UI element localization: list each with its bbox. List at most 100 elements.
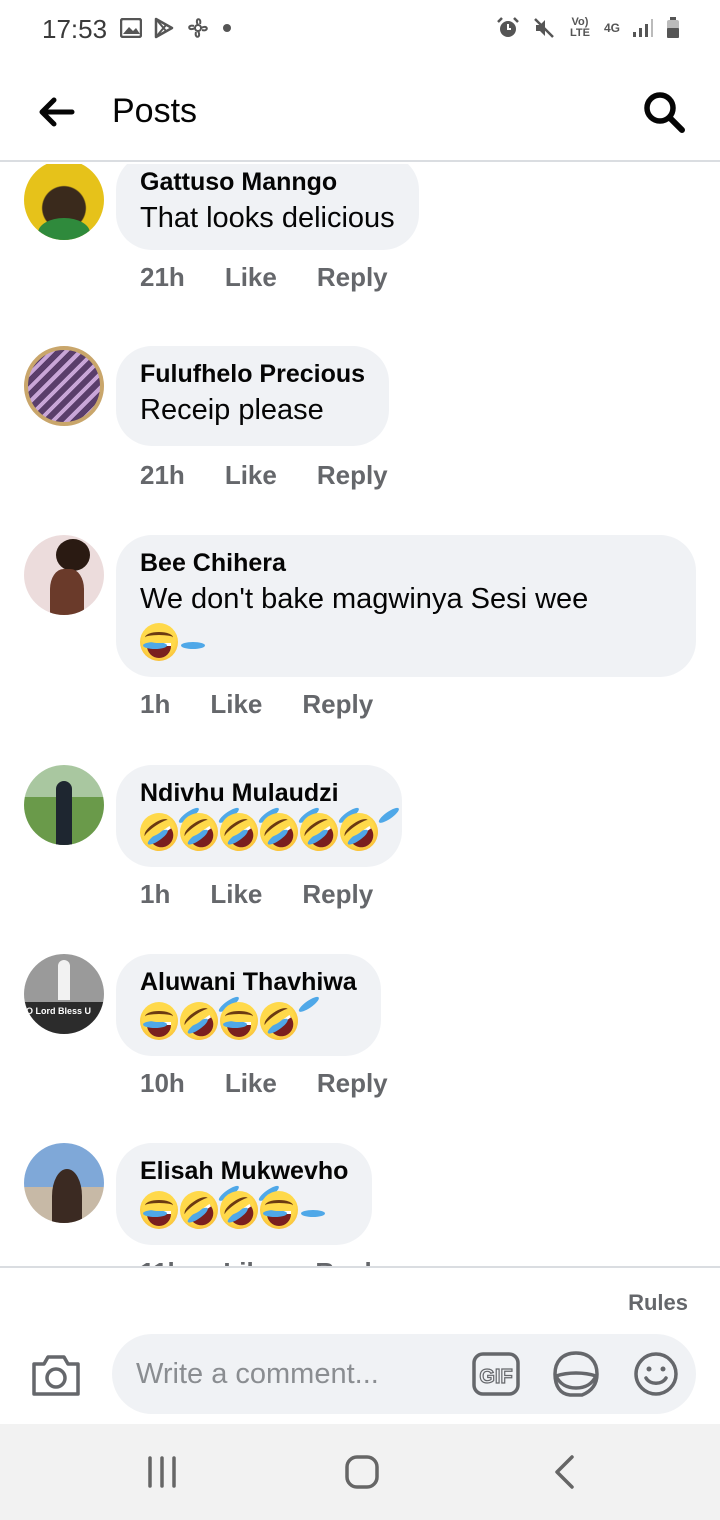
rofl-emoji-icon — [292, 805, 346, 859]
avatar[interactable] — [24, 346, 104, 426]
rofl-emoji-icon — [172, 1183, 226, 1237]
rofl-emoji-icon — [252, 994, 306, 1048]
comment-actions: 10h Like Reply — [140, 1068, 388, 1099]
comment-author[interactable]: Elisah Mukwevho — [140, 1155, 348, 1187]
avatar-person — [56, 781, 72, 845]
sticker-icon[interactable] — [552, 1350, 600, 1398]
comment-author[interactable]: Fulufhelo Precious — [140, 358, 365, 390]
status-right-icons: Vo) LTE 4G — [496, 16, 680, 40]
comment-author[interactable]: Bee Chihera — [140, 547, 672, 579]
battery-icon — [667, 17, 679, 38]
signal-icon — [633, 19, 653, 37]
comment-actions: 1h Like Reply — [140, 879, 373, 910]
comment-time: 10h — [140, 1068, 185, 1098]
emoji-row — [140, 1183, 348, 1237]
comments-list: Gattuso Manngo That looks delicious 21h … — [0, 164, 720, 1266]
rofl-emoji-icon — [172, 805, 226, 859]
comment-bubble[interactable]: Ndivhu Mulaudzi — [116, 765, 402, 867]
camera-icon[interactable] — [30, 1352, 82, 1398]
rofl-emoji-icon — [252, 805, 306, 859]
comment-bubble[interactable]: Aluwani Thavhiwa — [116, 954, 381, 1056]
rofl-emoji-icon — [212, 1183, 266, 1237]
emoji-row — [140, 623, 672, 661]
comment-bubble[interactable]: Fulufhelo Precious Receip please — [116, 346, 390, 446]
gallery-icon — [120, 18, 142, 38]
search-icon[interactable] — [642, 90, 686, 134]
laughing-emoji-icon — [140, 1191, 178, 1229]
rofl-emoji-icon — [132, 805, 186, 859]
alarm-icon — [497, 17, 519, 37]
status-bar: 17:53 Vo) LTE 4G — [0, 0, 720, 62]
laughing-emoji-icon — [140, 623, 178, 661]
rules-link[interactable]: Rules — [628, 1290, 688, 1316]
rofl-emoji-icon — [212, 805, 266, 859]
volte-icon: Vo) LTE — [570, 16, 590, 39]
like-button[interactable]: Like — [225, 262, 277, 293]
avatar-body — [50, 569, 84, 615]
comment-time: 1h — [140, 689, 171, 719]
dot-icon — [223, 24, 231, 32]
play-store-icon — [154, 17, 174, 39]
recent-apps-icon[interactable] — [144, 1456, 180, 1488]
rofl-emoji-icon — [172, 994, 226, 1048]
app-header: Posts — [0, 62, 720, 162]
like-button[interactable]: Like — [210, 879, 262, 910]
reply-button[interactable]: Reply — [317, 1068, 388, 1099]
avatar[interactable] — [24, 765, 104, 845]
avatar-person — [58, 960, 70, 1000]
comment-input[interactable] — [112, 1334, 696, 1414]
avatar[interactable] — [24, 164, 104, 240]
arrow-left-icon[interactable] — [36, 92, 76, 132]
system-nav-bar — [0, 1424, 720, 1520]
pinwheel-icon — [188, 18, 208, 38]
comment-actions: 1h Like Reply — [140, 689, 373, 720]
laughing-emoji-icon — [260, 1191, 298, 1229]
like-button[interactable]: Like — [225, 460, 277, 491]
like-button[interactable]: Like — [223, 1257, 275, 1266]
avatar[interactable] — [24, 1143, 104, 1223]
comment-author[interactable]: Aluwani Thavhiwa — [140, 966, 357, 998]
comment-text: That looks delicious — [140, 202, 395, 234]
avatar-caption: O Lord Bless U — [26, 1006, 92, 1016]
comment-bubble[interactable]: Bee Chihera We don't bake magwinya Sesi … — [116, 535, 696, 677]
avatar-hair — [56, 539, 90, 571]
comment-time: 11h — [140, 1257, 183, 1266]
status-left-icons — [120, 16, 232, 40]
mute-icon — [534, 18, 554, 38]
like-button[interactable]: Like — [210, 689, 262, 720]
page-title: Posts — [112, 92, 198, 130]
comment-time: 21h — [140, 460, 185, 490]
4g-icon: 4G — [603, 21, 620, 35]
smiley-icon[interactable] — [632, 1350, 680, 1398]
avatar[interactable] — [24, 535, 104, 615]
comment-actions: 21h Like Reply — [140, 460, 388, 491]
reply-button[interactable]: Reply — [317, 262, 388, 293]
comment-time: 1h — [140, 879, 171, 909]
reply-button[interactable]: Reply — [302, 689, 373, 720]
avatar-shirt — [38, 218, 90, 240]
like-button[interactable]: Like — [225, 1068, 277, 1099]
avatar[interactable]: O Lord Bless U — [24, 954, 104, 1034]
comment-actions: 21h Like Reply — [140, 262, 388, 293]
reply-button[interactable]: Reply — [317, 460, 388, 491]
home-icon[interactable] — [344, 1454, 380, 1490]
back-chevron-icon[interactable] — [552, 1454, 576, 1490]
comment-time: 21h — [140, 262, 185, 292]
laughing-emoji-icon — [220, 1002, 258, 1040]
comment-author[interactable]: Ndivhu Mulaudzi — [140, 777, 378, 809]
comment-bubble[interactable]: Elisah Mukwevho — [116, 1143, 373, 1245]
comment-text: Receip please — [140, 394, 324, 426]
reply-button[interactable]: Reply — [315, 1257, 386, 1266]
comment-text: We don't bake magwinya Sesi wee — [140, 583, 589, 615]
comment-composer: Rules GIF — [0, 1266, 720, 1424]
laughing-emoji-icon — [140, 1002, 178, 1040]
comment-actions: 11h Like Reply — [140, 1257, 386, 1266]
reply-button[interactable]: Reply — [302, 879, 373, 910]
rofl-emoji-icon — [332, 805, 386, 859]
comment-author[interactable]: Gattuso Manngo — [140, 166, 395, 198]
svg-text:GIF: GIF — [479, 1366, 512, 1388]
gif-icon[interactable]: GIF — [472, 1352, 520, 1396]
avatar-person — [52, 1169, 82, 1223]
emoji-row — [132, 805, 386, 859]
comment-bubble[interactable]: Gattuso Manngo That looks delicious — [116, 164, 419, 250]
